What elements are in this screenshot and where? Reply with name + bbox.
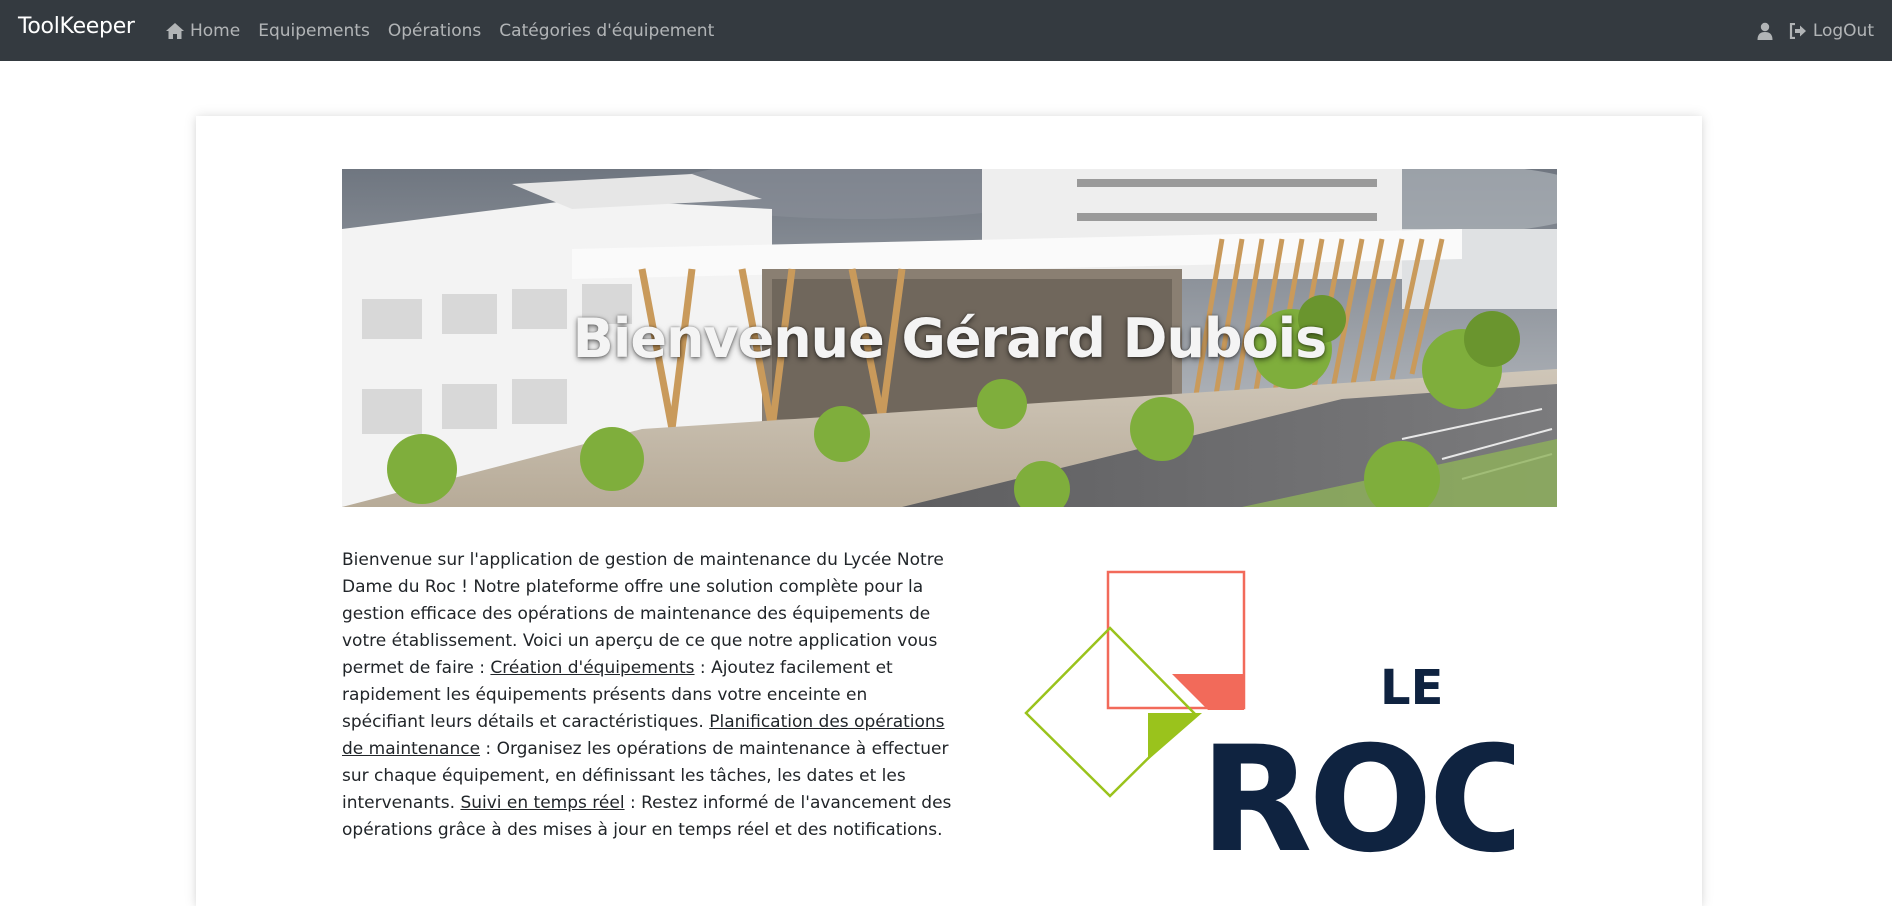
nav-link-equipements[interactable]: Equipements <box>258 21 370 41</box>
nav-link-categories[interactable]: Catégories d'équipement <box>499 21 714 41</box>
top-navbar: ToolKeeper Home Equipements Opérations C… <box>0 0 1892 61</box>
le-roc-logo: LE ROC <box>1014 550 1536 885</box>
main-card: Bienvenue Gérard Dubois Bienvenue sur l'… <box>196 116 1702 906</box>
link-suivi-temps-reel[interactable]: Suivi en temps réel <box>460 793 624 813</box>
nav-link-home[interactable]: Home <box>165 21 240 41</box>
nav-links: Home Equipements Opérations Catégories d… <box>165 0 732 61</box>
logo-le-text: LE <box>1380 660 1443 716</box>
logo-roc-text: ROC <box>1200 715 1514 860</box>
hero-title: Bienvenue Gérard Dubois <box>572 306 1328 370</box>
intro-paragraph: Bienvenue sur l'application de gestion d… <box>342 547 952 844</box>
brand-link[interactable]: ToolKeeper <box>18 14 135 39</box>
home-icon <box>165 22 185 40</box>
user-icon[interactable] <box>1757 22 1773 40</box>
nav-right: LogOut <box>1757 0 1874 61</box>
nav-link-operations[interactable]: Opérations <box>388 21 481 41</box>
logout-label: LogOut <box>1812 20 1874 41</box>
link-creation-equipements[interactable]: Création d'équipements <box>490 658 694 678</box>
hero-banner: Bienvenue Gérard Dubois <box>342 169 1557 507</box>
nav-link-home-label: Home <box>190 20 241 41</box>
sign-out-icon <box>1789 22 1807 39</box>
logout-link[interactable]: LogOut <box>1789 21 1874 41</box>
